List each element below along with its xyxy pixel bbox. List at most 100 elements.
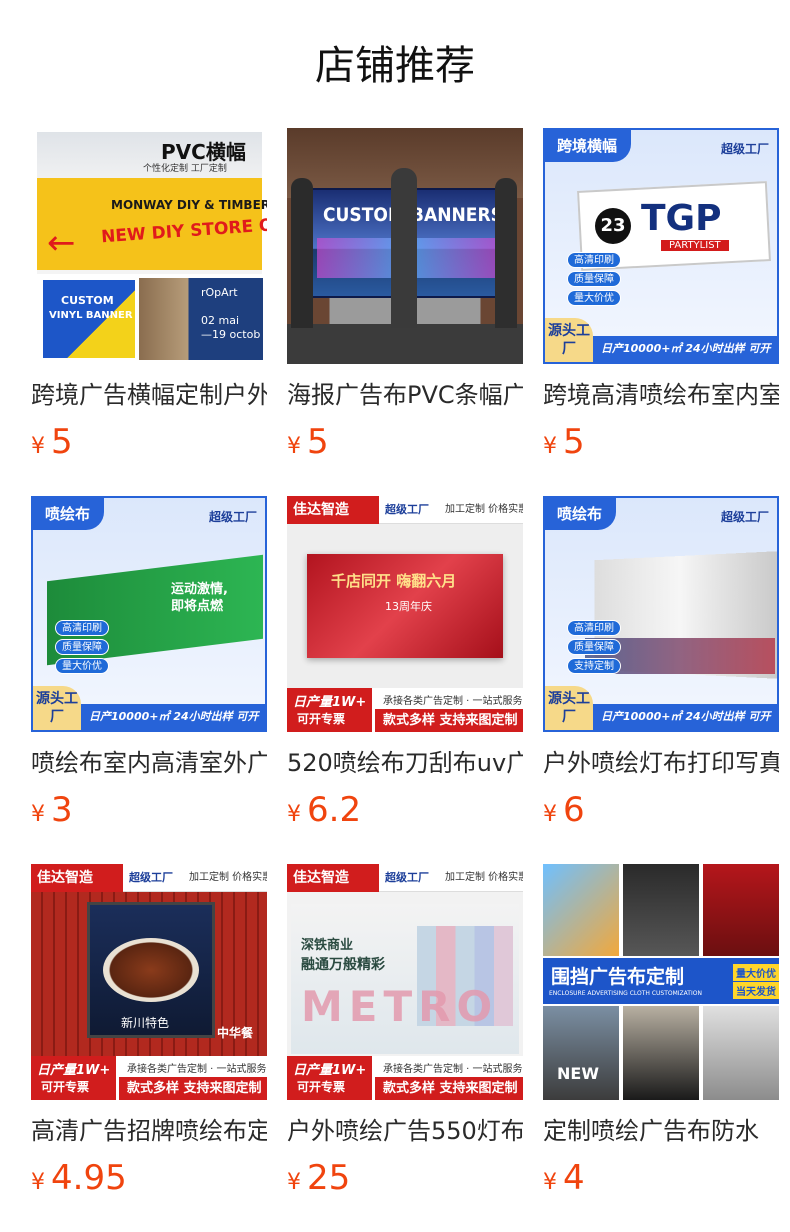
factory-label: 超级工厂 [720,510,769,524]
feature-chip: 质量保障 [55,639,109,655]
image-footer: 日产10000+㎡ 24小时出样 可开专票 [593,336,777,362]
badge-bulk: 量大价优 [733,964,779,981]
wall-text-2: 即将点燃 [171,599,224,614]
product-name[interactable]: 海报广告布PVC条幅广告横幅 [287,378,523,412]
wall-big-text: METRO [301,982,499,1031]
product-name[interactable]: 跨境高清喷绘布室内室外 [543,378,779,412]
sign-brand: TGP [641,198,722,239]
footer-custom: 款式多样 支持来图定制 [375,709,523,732]
source-factory-tag: 源头工厂 [545,318,593,362]
footer-invoice: 可开专票 [297,1080,346,1094]
price-value: 4.95 [51,1158,127,1198]
photo-text: NEW [557,1064,599,1083]
product-price: ¥25 [287,1158,525,1202]
factory-label: 超级工厂 [385,871,429,884]
product-card[interactable]: 围挡广告布定制 ENCLOSURE ADVERTISING CLOTH CUST… [543,864,781,1202]
arrow-left-icon: ← [47,223,76,263]
currency-symbol: ¥ [31,1170,45,1195]
product-image[interactable]: 喷绘布 超级工厂 高清印刷 质量保障 支持定制 源头工厂 日产10000+㎡ 2… [543,496,779,732]
shop-text: 中华餐 [217,1026,254,1040]
poster-line3: —19 octob [201,328,261,341]
product-card[interactable]: 佳达智造 超级工厂 加工定制 价格实惠 千店同开 嗨翻六月 13周年庆 日产量1… [287,496,525,834]
product-name[interactable]: 高清广告招牌喷绘布定制 [31,1114,267,1148]
factory-label: 超级工厂 [385,503,429,516]
factory-label: 超级工厂 [720,142,769,156]
feature-chip: 质量保障 [567,271,621,287]
product-price: ¥3 [31,790,269,834]
image-header: 佳达智造 超级工厂 加工定制 价格实惠 [287,496,523,524]
banner-line1: MONWAY DIY & TIMBER [111,198,267,212]
product-name[interactable]: 户外喷绘灯布打印写真 [543,746,779,780]
header-note: 加工定制 价格实惠 [189,872,267,883]
vinyl-line1: CUSTOM [61,294,114,307]
footer-capacity: 日产量1W+ [293,695,367,710]
currency-symbol: ¥ [31,802,45,827]
product-image[interactable]: 喷绘布 超级工厂 运动激情, 即将点燃 高清印刷 质量保障 量大价优 源头工厂 … [31,496,267,732]
product-image[interactable]: 佳达智造 超级工厂 加工定制 价格实惠 深铁商业 融通万般精彩 METRO 日产… [287,864,523,1100]
footer-capacity: 日产量1W+ [293,1063,367,1078]
feature-chip: 质量保障 [567,639,621,655]
product-image[interactable]: PVC横幅 个性化定制 工厂定制 MONWAY DIY & TIMBER NEW… [31,128,267,364]
factory-label: 超级工厂 [208,510,257,524]
source-factory-tag: 源头工厂 [545,686,593,730]
price-value: 3 [51,790,73,830]
product-card[interactable]: CUSTOM BANNERS 海报广告布PVC条幅广告横幅 ¥5 [287,128,525,466]
product-image[interactable]: 佳达智造 超级工厂 加工定制 价格实惠 千店同开 嗨翻六月 13周年庆 日产量1… [287,496,523,732]
product-name[interactable]: 户外喷绘广告550灯布 [287,1114,523,1148]
product-image[interactable]: 佳达智造 超级工厂 加工定制 价格实惠 新川特色 中华餐 日产量1W+ 可开专票… [31,864,267,1100]
price-value: 5 [307,422,329,462]
product-name[interactable]: 喷绘布室内高清室外广告 [31,746,267,780]
product-card[interactable]: 跨境横幅 超级工厂 23 TGP PARTYLIST 高清印刷 质量保障 量大价… [543,128,781,466]
product-card[interactable]: 喷绘布 超级工厂 高清印刷 质量保障 支持定制 源头工厂 日产10000+㎡ 2… [543,496,781,834]
footer-custom: 款式多样 支持来图定制 [375,1077,523,1100]
product-card[interactable]: 佳达智造 超级工厂 加工定制 价格实惠 深铁商业 融通万般精彩 METRO 日产… [287,864,525,1202]
header-note: 加工定制 价格实惠 [445,872,523,883]
product-card[interactable]: 喷绘布 超级工厂 运动激情, 即将点燃 高清印刷 质量保障 量大价优 源头工厂 … [31,496,269,834]
feature-chip: 高清印刷 [567,620,621,636]
product-image[interactable]: 跨境横幅 超级工厂 23 TGP PARTYLIST 高清印刷 质量保障 量大价… [543,128,779,364]
product-price: ¥5 [287,422,525,466]
currency-symbol: ¥ [287,1170,301,1195]
product-card[interactable]: PVC横幅 个性化定制 工厂定制 MONWAY DIY & TIMBER NEW… [31,128,269,466]
poster-title: 千店同开 嗨翻六月 [331,572,457,590]
product-name[interactable]: 520喷绘布刀刮布uv广告布 [287,746,523,780]
price-value: 5 [51,422,73,462]
product-price: ¥6.2 [287,790,525,834]
brand-logo: 佳达智造 [287,864,379,892]
image-tag: 跨境横幅 [545,130,632,162]
image-header: 佳达智造 超级工厂 加工定制 价格实惠 [287,864,523,892]
currency-symbol: ¥ [287,802,301,827]
product-image[interactable]: CUSTOM BANNERS [287,128,523,364]
footer-invoice: 可开专票 [297,712,346,726]
image-header: 佳达智造 超级工厂 加工定制 价格实惠 [31,864,267,892]
image-headline: 围挡广告布定制 [551,966,685,988]
product-name[interactable]: 定制喷绘广告布防水 [543,1114,779,1148]
feature-chip: 支持定制 [567,658,621,674]
image-subline: 个性化定制 工厂定制 [143,164,227,174]
currency-symbol: ¥ [543,802,557,827]
sign-number: 23 [595,208,631,244]
footer-service: 承接各类广告定制 · 一站式服务 [383,696,523,707]
product-price: ¥4 [543,1158,781,1202]
currency-symbol: ¥ [287,434,301,459]
product-price: ¥5 [31,422,269,466]
image-tag: 喷绘布 [33,498,105,530]
product-price: ¥6 [543,790,781,834]
image-footer: 日产量1W+ 可开专票 承接各类广告定制 · 一站式服务 款式多样 支持来图定制 [287,1056,523,1100]
product-card[interactable]: 佳达智造 超级工厂 加工定制 价格实惠 新川特色 中华餐 日产量1W+ 可开专票… [31,864,269,1202]
product-image[interactable]: 围挡广告布定制 ENCLOSURE ADVERTISING CLOTH CUST… [543,864,779,1100]
image-footer: 日产10000+㎡ 24小时出样 可开专票 [593,704,777,730]
price-value: 5 [563,422,585,462]
price-value: 4 [563,1158,585,1198]
sign-text: 新川特色 [121,1016,170,1030]
product-grid: PVC横幅 个性化定制 工厂定制 MONWAY DIY & TIMBER NEW… [0,0,790,1232]
footer-service: 承接各类广告定制 · 一站式服务 [127,1064,267,1075]
currency-symbol: ¥ [543,434,557,459]
product-name[interactable]: 跨境广告横幅定制户外PVC横幅 [31,378,267,412]
footer-service: 承接各类广告定制 · 一站式服务 [383,1064,523,1075]
price-value: 6 [563,790,585,830]
price-value: 25 [307,1158,351,1198]
image-footer: 日产10000+㎡ 24小时出样 可开专票 [81,704,265,730]
footer-custom: 款式多样 支持来图定制 [119,1077,267,1100]
image-tag: 喷绘布 [545,498,617,530]
